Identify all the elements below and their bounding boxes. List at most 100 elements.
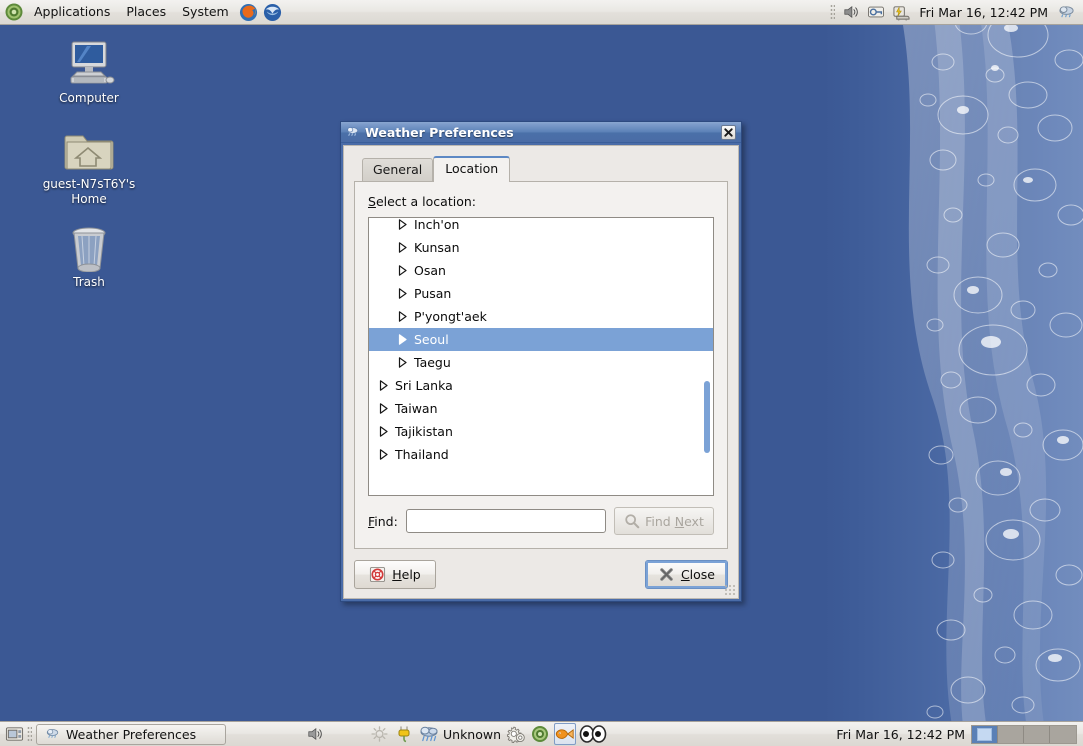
- expander-triangle-icon[interactable]: [377, 448, 390, 461]
- weather-rain-cloud-icon[interactable]: [418, 723, 440, 745]
- tab-location[interactable]: Location: [433, 156, 511, 182]
- gnome-foot-icon[interactable]: [4, 2, 24, 22]
- find-input[interactable]: [405, 509, 606, 533]
- location-row[interactable]: Taiwan: [369, 397, 713, 420]
- menu-places[interactable]: Places: [119, 2, 173, 23]
- window-close-button[interactable]: [721, 124, 736, 140]
- volume-icon[interactable]: [304, 723, 326, 745]
- location-row[interactable]: Taegu: [369, 351, 713, 374]
- firefox-icon[interactable]: [238, 1, 260, 23]
- location-row[interactable]: P'yongt'aek: [369, 305, 713, 328]
- select-location-rest: elect a location:: [375, 194, 476, 209]
- find-next-label: Find Next: [645, 513, 704, 529]
- location-row-label: P'yongt'aek: [414, 309, 487, 324]
- sun-brightness-icon[interactable]: [368, 723, 390, 745]
- workspace-4[interactable]: [1050, 725, 1076, 743]
- close-button-label: Close: [680, 567, 715, 582]
- expander-triangle-icon[interactable]: [396, 264, 409, 277]
- expander-triangle-icon[interactable]: [396, 218, 409, 231]
- workspace-switcher[interactable]: [971, 724, 1077, 744]
- expander-triangle-icon[interactable]: [377, 379, 390, 392]
- power-plug-icon[interactable]: [393, 723, 415, 745]
- bottom-panel-right: Fri Mar 16, 12:42 PM: [836, 724, 1083, 744]
- window-resize-grip[interactable]: [724, 584, 736, 596]
- expander-triangle-icon[interactable]: [377, 402, 390, 415]
- workspace-3[interactable]: [1024, 725, 1050, 743]
- expander-triangle-icon[interactable]: [396, 310, 409, 323]
- bottom-panel-clock[interactable]: Fri Mar 16, 12:42 PM: [836, 727, 965, 742]
- window-icon-weather-cloud-icon: [345, 125, 360, 139]
- find-label: Find:: [368, 514, 398, 529]
- computer-monitor-icon: [38, 36, 140, 88]
- weather-preferences-window[interactable]: Weather Preferences General Location Sel…: [340, 121, 742, 602]
- location-row[interactable]: Inch'on: [369, 217, 713, 236]
- workspace-1[interactable]: [972, 725, 998, 743]
- bottom-panel-volume-area: [304, 723, 326, 745]
- expander-triangle-icon[interactable]: [396, 287, 409, 300]
- location-list-rows: Inch'on Kunsan Osan Pusan P'yongt'aek Seoul Ta…: [369, 217, 713, 466]
- location-row-label: Pusan: [414, 286, 452, 301]
- desktop-icon-trash[interactable]: Trash: [38, 220, 140, 290]
- find-next-button[interactable]: Find Next: [614, 507, 714, 535]
- window-titlebar[interactable]: Weather Preferences: [341, 122, 741, 143]
- desktop-icon-label: Trash: [73, 275, 105, 289]
- location-list-scrollbar[interactable]: [704, 381, 710, 453]
- weather-cloud-icon[interactable]: [1055, 1, 1077, 23]
- tab-strip: General Location: [354, 155, 728, 182]
- workspace-2[interactable]: [998, 725, 1024, 743]
- bottom-panel-notification-area: Unknown: [368, 723, 607, 745]
- trash-can-icon: [38, 220, 140, 272]
- location-list[interactable]: Inch'on Kunsan Osan Pusan P'yongt'aek Seoul Ta…: [368, 217, 714, 496]
- fish-icon[interactable]: [554, 723, 577, 745]
- top-panel-clock[interactable]: Fri Mar 16, 12:42 PM: [915, 5, 1052, 20]
- location-row-label: Tajikistan: [395, 424, 453, 439]
- location-row[interactable]: Tajikistan: [369, 420, 713, 443]
- find-label-rest: ind:: [374, 513, 398, 529]
- thunderbird-icon[interactable]: [262, 1, 284, 23]
- top-panel: Applications Places System Fri Mar 16, 1…: [0, 0, 1083, 25]
- magnifier-icon: [625, 514, 640, 529]
- volume-icon[interactable]: [840, 1, 862, 23]
- location-row[interactable]: Pusan: [369, 282, 713, 305]
- help-button[interactable]: Help: [354, 560, 436, 589]
- close-button[interactable]: Close: [644, 560, 728, 589]
- home-folder-icon: [38, 122, 140, 174]
- taskbar-button-label: Weather Preferences: [66, 726, 197, 742]
- gears-icon[interactable]: [504, 723, 526, 745]
- location-row-label: Inch'on: [414, 217, 460, 232]
- location-row[interactable]: Kunsan: [369, 236, 713, 259]
- battery-icon[interactable]: [890, 1, 912, 23]
- disc-spiral-icon[interactable]: [529, 723, 551, 745]
- expander-triangle-icon[interactable]: [396, 241, 409, 254]
- taskbar-button-weather-preferences[interactable]: Weather Preferences: [36, 723, 226, 745]
- close-x-icon: [660, 568, 673, 581]
- expander-triangle-icon[interactable]: [396, 333, 409, 346]
- expander-triangle-icon[interactable]: [396, 356, 409, 369]
- location-row[interactable]: Osan: [369, 259, 713, 282]
- location-row-label: Taegu: [414, 355, 451, 370]
- location-row-label: Taiwan: [395, 401, 438, 416]
- eyes-icon[interactable]: [579, 723, 607, 745]
- desktop-icon-computer[interactable]: Computer: [38, 36, 140, 106]
- window-list: Weather Preferences: [36, 723, 226, 745]
- expander-triangle-icon[interactable]: [377, 425, 390, 438]
- desktop-icon-home[interactable]: guest-N7sT6Y's Home: [38, 122, 140, 207]
- wallpaper-bubbles-art: [823, 0, 1083, 746]
- window-list-handle[interactable]: [27, 726, 32, 742]
- location-row-label: Kunsan: [414, 240, 460, 255]
- tab-general[interactable]: General: [362, 158, 434, 181]
- tray-drag-handle[interactable]: [830, 4, 836, 20]
- help-lifebuoy-icon: [370, 566, 386, 583]
- workspace-window-thumb: [977, 727, 992, 741]
- dialog-action-row: Help Close: [354, 560, 728, 589]
- menu-system[interactable]: System: [175, 2, 236, 23]
- location-row[interactable]: Sri Lanka: [369, 374, 713, 397]
- location-row[interactable]: Seoul: [369, 328, 713, 351]
- location-row-label: Osan: [414, 263, 446, 278]
- menu-applications[interactable]: Applications: [27, 2, 117, 23]
- key-icon[interactable]: [865, 1, 887, 23]
- location-row-label: Sri Lanka: [395, 378, 453, 393]
- show-desktop-icon[interactable]: [3, 723, 25, 745]
- location-row[interactable]: Thailand: [369, 443, 713, 466]
- desktop-icon-label: Computer: [59, 91, 119, 105]
